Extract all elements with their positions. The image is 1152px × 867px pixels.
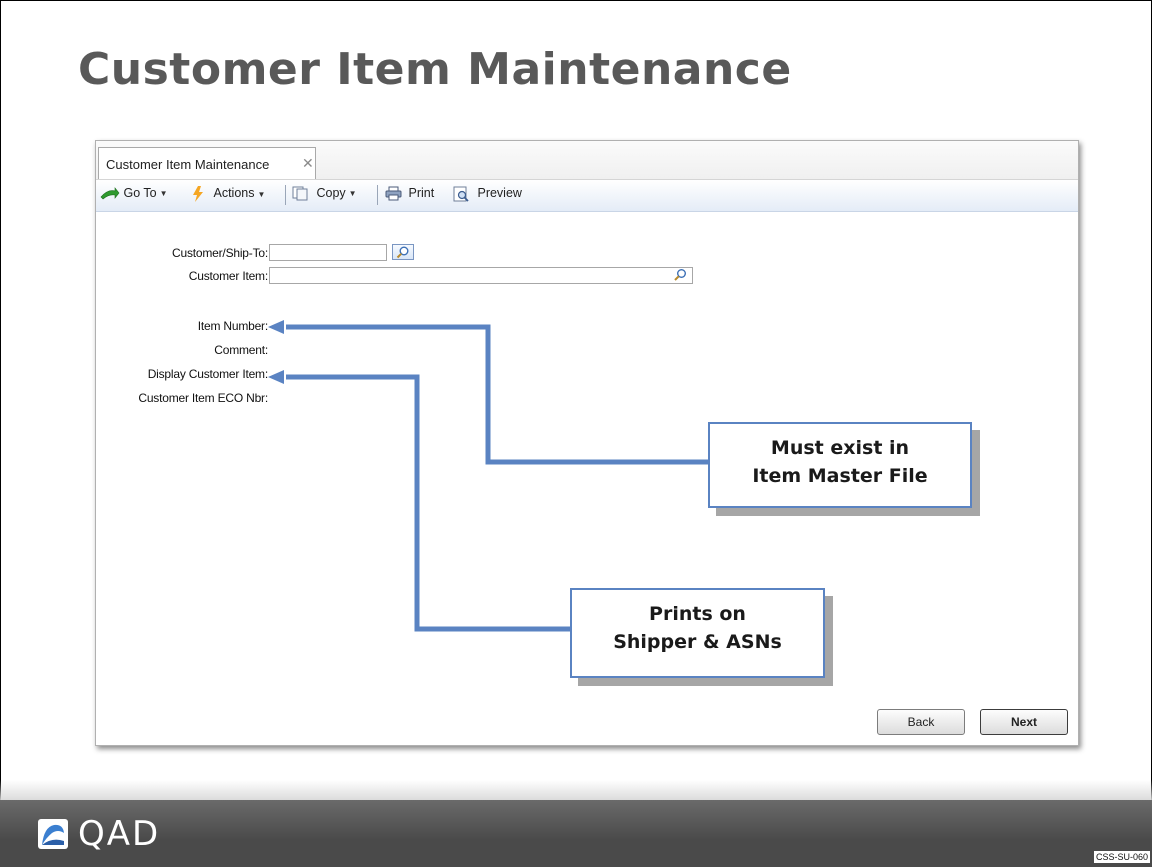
- callout-shipper-line1: Prints on: [649, 603, 746, 625]
- callout-item-master-line2: Item Master File: [752, 465, 928, 487]
- arrowhead-shipper: [268, 370, 284, 384]
- qad-logo-icon: [38, 819, 68, 849]
- callout-shipper: Prints on Shipper & ASNs: [570, 588, 825, 678]
- footer: [0, 800, 1152, 867]
- callout-item-master-line1: Must exist in: [770, 437, 910, 459]
- callout-shipper-line2: Shipper & ASNs: [613, 631, 782, 653]
- arrow-shipper: [286, 374, 570, 632]
- callout-item-master: Must exist in Item Master File: [708, 422, 972, 508]
- arrowhead-item-master: [268, 320, 284, 334]
- slide-code: CSS-SU-060: [1093, 851, 1150, 863]
- logo-text: QAD: [78, 814, 161, 854]
- arrow-item-master: [286, 324, 708, 465]
- footer-fade: [0, 780, 1152, 802]
